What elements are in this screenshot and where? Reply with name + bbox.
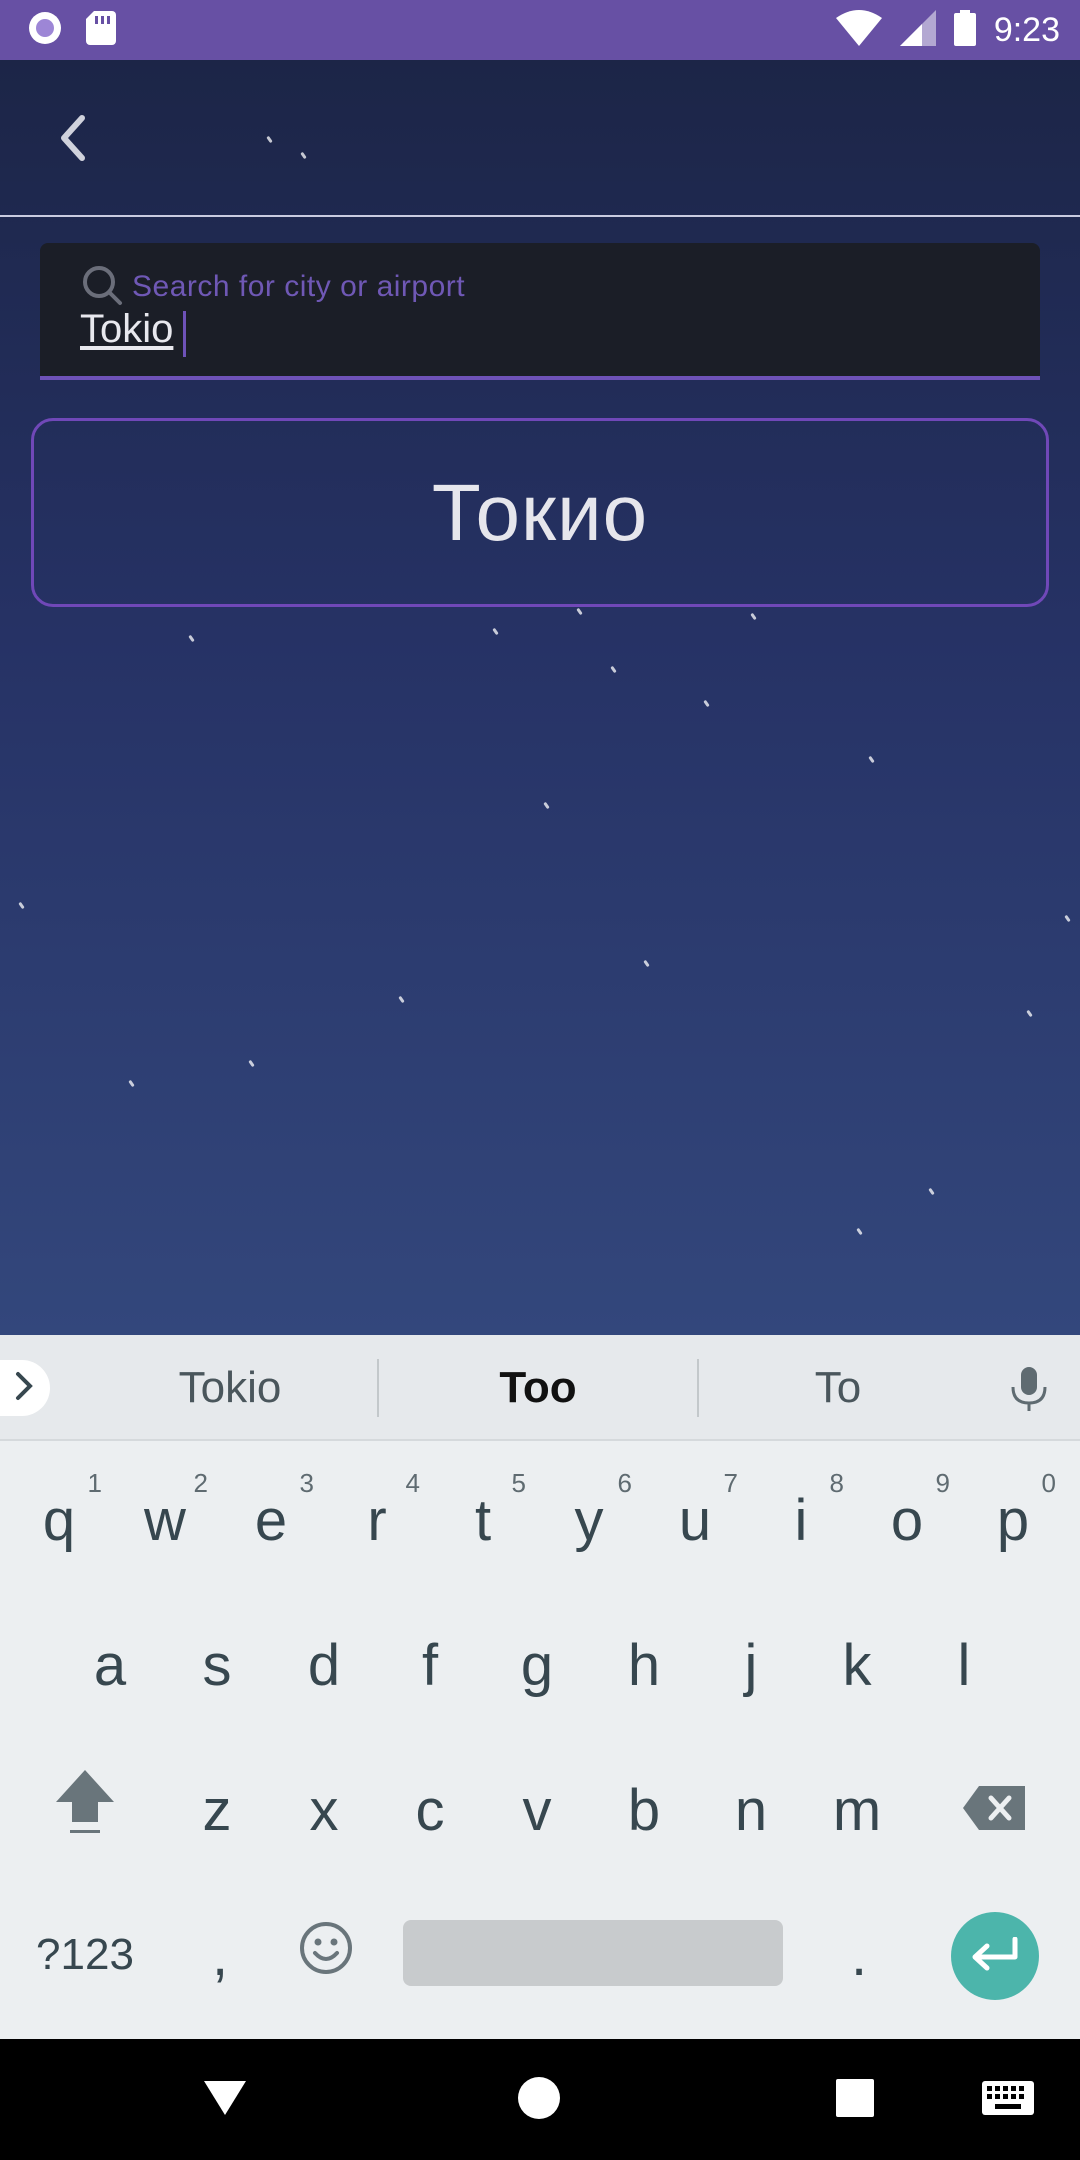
- enter-key[interactable]: [951, 1912, 1039, 2000]
- square-icon: [836, 2078, 874, 2122]
- key-v[interactable]: v: [487, 1760, 587, 1860]
- chevron-right-icon: [14, 1370, 36, 1407]
- key-hint: 8: [829, 1468, 844, 1498]
- key-z[interactable]: z: [167, 1760, 267, 1860]
- emoji-key[interactable]: [276, 1905, 376, 2005]
- nav-recents-button[interactable]: [830, 2075, 880, 2125]
- search-icon: [80, 263, 124, 307]
- key-label: e: [254, 1487, 288, 1553]
- key-hint: 5: [511, 1468, 526, 1498]
- keyboard-switch-button[interactable]: [980, 2075, 1036, 2125]
- key-g[interactable]: g: [487, 1615, 587, 1715]
- key-hint: 3: [299, 1468, 314, 1498]
- comma-key[interactable]: ,: [170, 1905, 270, 2005]
- back-button[interactable]: [40, 108, 104, 172]
- notification-circle-icon: [26, 9, 64, 52]
- search-field[interactable]: Search for city or airport Tokio: [40, 243, 1040, 380]
- key-label: q: [42, 1487, 76, 1553]
- search-input[interactable]: Tokio: [80, 307, 173, 352]
- keyboard-icon: [982, 2080, 1034, 2120]
- enter-icon: [969, 1936, 1021, 1976]
- wifi-icon: [835, 9, 882, 51]
- keyboard: Tokio Too To q1 w2 e3 r4 t5 y6 u7 i8 o9 …: [0, 1335, 1080, 2039]
- app-content: Search for city or airport Tokio Токио: [0, 60, 1080, 1335]
- key-m[interactable]: m: [807, 1760, 907, 1860]
- key-p[interactable]: p0: [964, 1468, 1062, 1570]
- text-cursor: [183, 311, 186, 357]
- microphone-icon[interactable]: [1006, 1365, 1052, 1413]
- key-h[interactable]: h: [594, 1615, 694, 1715]
- key-label: i: [794, 1487, 808, 1553]
- chevron-left-icon: [56, 114, 88, 167]
- key-u[interactable]: u7: [646, 1468, 744, 1570]
- toolbar-divider: [0, 215, 1080, 217]
- key-f[interactable]: f: [380, 1615, 480, 1715]
- key-label: y: [574, 1487, 604, 1553]
- shift-icon: [54, 1768, 116, 1852]
- key-x[interactable]: x: [274, 1760, 374, 1860]
- key-a[interactable]: a: [60, 1615, 160, 1715]
- key-k[interactable]: k: [807, 1615, 907, 1715]
- backspace-key[interactable]: [944, 1760, 1044, 1860]
- key-y[interactable]: y6: [540, 1468, 638, 1570]
- sd-card-icon: [86, 10, 116, 50]
- key-w[interactable]: w2: [116, 1468, 214, 1570]
- search-hint-label: Search for city or airport: [132, 270, 466, 303]
- key-n[interactable]: n: [701, 1760, 801, 1860]
- navigation-bar: [0, 2039, 1080, 2160]
- nav-back-button[interactable]: [200, 2075, 250, 2125]
- status-bar: 9:23: [0, 0, 1080, 60]
- key-o[interactable]: o9: [858, 1468, 956, 1570]
- key-label: t: [474, 1487, 492, 1553]
- key-l[interactable]: l: [914, 1615, 1014, 1715]
- key-hint: 6: [617, 1468, 632, 1498]
- suggestion-bar: Tokio Too To: [0, 1335, 1080, 1441]
- key-label: w: [144, 1487, 186, 1553]
- key-hint: 4: [405, 1468, 420, 1498]
- key-j[interactable]: j: [701, 1615, 801, 1715]
- result-label: Токио: [431, 467, 649, 557]
- key-s[interactable]: s: [167, 1615, 267, 1715]
- smiley-icon: [299, 1921, 353, 1989]
- battery-icon: [953, 9, 976, 51]
- expand-suggestions-button[interactable]: [0, 1360, 50, 1416]
- toolbar: [0, 60, 1080, 215]
- shift-key[interactable]: [35, 1760, 135, 1860]
- circle-icon: [517, 2076, 561, 2125]
- key-hint: 2: [193, 1468, 208, 1498]
- key-d[interactable]: d: [274, 1615, 374, 1715]
- key-hint: 7: [723, 1468, 738, 1498]
- suggestion-3[interactable]: To: [698, 1335, 978, 1441]
- symbols-key[interactable]: ?123: [20, 1905, 150, 2005]
- triangle-down-icon: [204, 2079, 246, 2122]
- nav-home-button[interactable]: [514, 2075, 564, 2125]
- backspace-icon: [963, 1777, 1025, 1844]
- key-q[interactable]: q1: [10, 1468, 108, 1570]
- key-t[interactable]: t5: [434, 1468, 532, 1570]
- key-hint: 0: [1041, 1468, 1056, 1498]
- key-i[interactable]: i8: [752, 1468, 850, 1570]
- key-label: p: [996, 1487, 1030, 1553]
- key-label: r: [367, 1487, 387, 1553]
- key-b[interactable]: b: [594, 1760, 694, 1860]
- key-label: o: [890, 1487, 924, 1553]
- period-key[interactable]: .: [809, 1905, 909, 2005]
- key-e[interactable]: e3: [222, 1468, 320, 1570]
- suggestion-1[interactable]: Tokio: [80, 1335, 380, 1441]
- suggestion-2[interactable]: Too: [378, 1335, 698, 1441]
- clock: 9:23: [993, 10, 1060, 49]
- result-item[interactable]: Токио: [31, 418, 1049, 607]
- key-hint: 1: [87, 1468, 102, 1498]
- space-key[interactable]: [403, 1920, 783, 1986]
- cell-signal-icon: [899, 9, 936, 51]
- key-c[interactable]: c: [380, 1760, 480, 1860]
- key-r[interactable]: r4: [328, 1468, 426, 1570]
- key-label: u: [678, 1487, 712, 1553]
- key-hint: 9: [935, 1468, 950, 1498]
